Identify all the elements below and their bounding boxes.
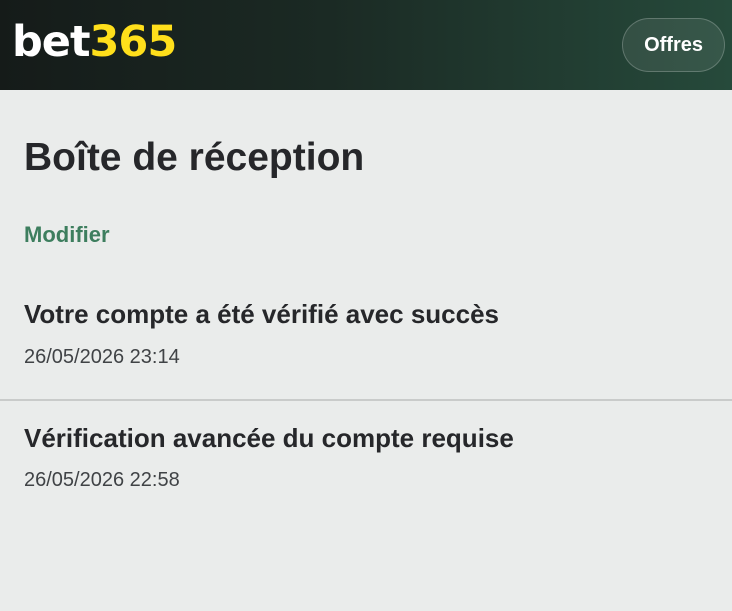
message-item[interactable]: Votre compte a été vérifié avec succès 2…: [0, 298, 732, 401]
bet365-logo[interactable]: bet 365: [12, 16, 178, 67]
page-title: Boîte de réception: [24, 136, 365, 179]
edit-link[interactable]: Modifier: [24, 222, 110, 248]
message-title: Vérification avancée du compte requise: [24, 422, 514, 453]
message-title: Votre compte a été vérifié avec succès: [24, 298, 499, 329]
message-date: 26/05/2026 22:58: [24, 469, 180, 492]
message-item[interactable]: Vérification avancée du compte requise 2…: [0, 401, 732, 523]
logo-text-bet: bet: [12, 16, 90, 67]
app-header: bet 365 Offres: [0, 0, 732, 90]
message-list: Votre compte a été vérifié avec succès 2…: [0, 298, 732, 523]
message-date: 26/05/2026 23:14: [24, 345, 180, 368]
logo-text-365: 365: [89, 16, 178, 67]
inbox-page: Boîte de réception Modifier Votre compte…: [0, 90, 732, 522]
offers-button[interactable]: Offres: [622, 18, 725, 72]
